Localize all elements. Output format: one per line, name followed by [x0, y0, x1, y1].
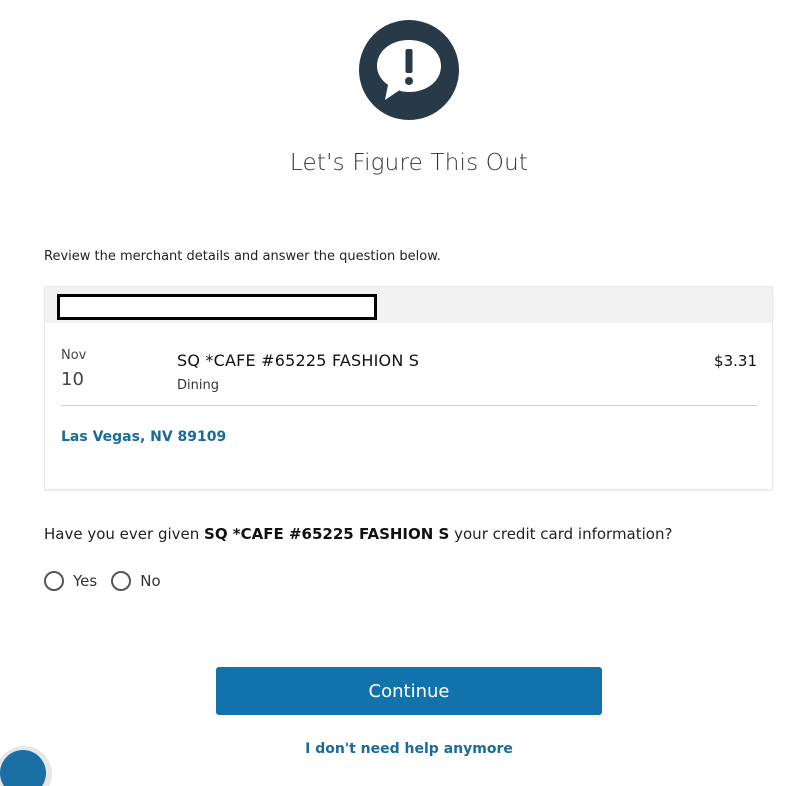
- merchant-location: Las Vegas, NV 89109: [61, 429, 227, 445]
- dispute-page: Let's Figure This Out Review the merchan…: [0, 0, 808, 786]
- transaction-amount: $3.31: [714, 352, 757, 370]
- yes-label: Yes: [73, 572, 98, 590]
- question-prefix: Have you ever given: [44, 525, 205, 543]
- question-suffix: your credit card information?: [449, 525, 673, 543]
- card-header: [45, 287, 772, 323]
- chat-bubble-icon: [0, 750, 46, 786]
- answer-radio-group: Yes No: [44, 571, 175, 591]
- speech-bubble-alert-icon: [359, 20, 459, 120]
- question-merchant: SQ *CAFE #65225 FASHION S: [204, 525, 450, 543]
- question-text: Have you ever given SQ *CAFE #65225 FASH…: [44, 525, 672, 543]
- transaction-month: Nov: [61, 348, 87, 363]
- transaction-card: Nov 10 SQ *CAFE #65225 FASHION S Dining …: [44, 286, 773, 490]
- transaction-day: 10: [61, 369, 84, 390]
- no-option[interactable]: No: [111, 571, 161, 591]
- no-help-link[interactable]: I don't need help anymore: [0, 741, 808, 757]
- yes-option[interactable]: Yes: [44, 571, 97, 591]
- instructions-text: Review the merchant details and answer t…: [44, 249, 441, 264]
- merchant-name: SQ *CAFE #65225 FASHION S: [177, 351, 420, 370]
- continue-button[interactable]: Continue: [216, 667, 602, 715]
- merchant-category: Dining: [177, 378, 219, 393]
- no-label: No: [140, 572, 161, 590]
- page-title: Let's Figure This Out: [289, 150, 529, 176]
- card-divider: [61, 405, 757, 406]
- redacted-account-box: [57, 294, 377, 320]
- no-radio[interactable]: [111, 571, 132, 591]
- yes-radio[interactable]: [44, 571, 64, 591]
